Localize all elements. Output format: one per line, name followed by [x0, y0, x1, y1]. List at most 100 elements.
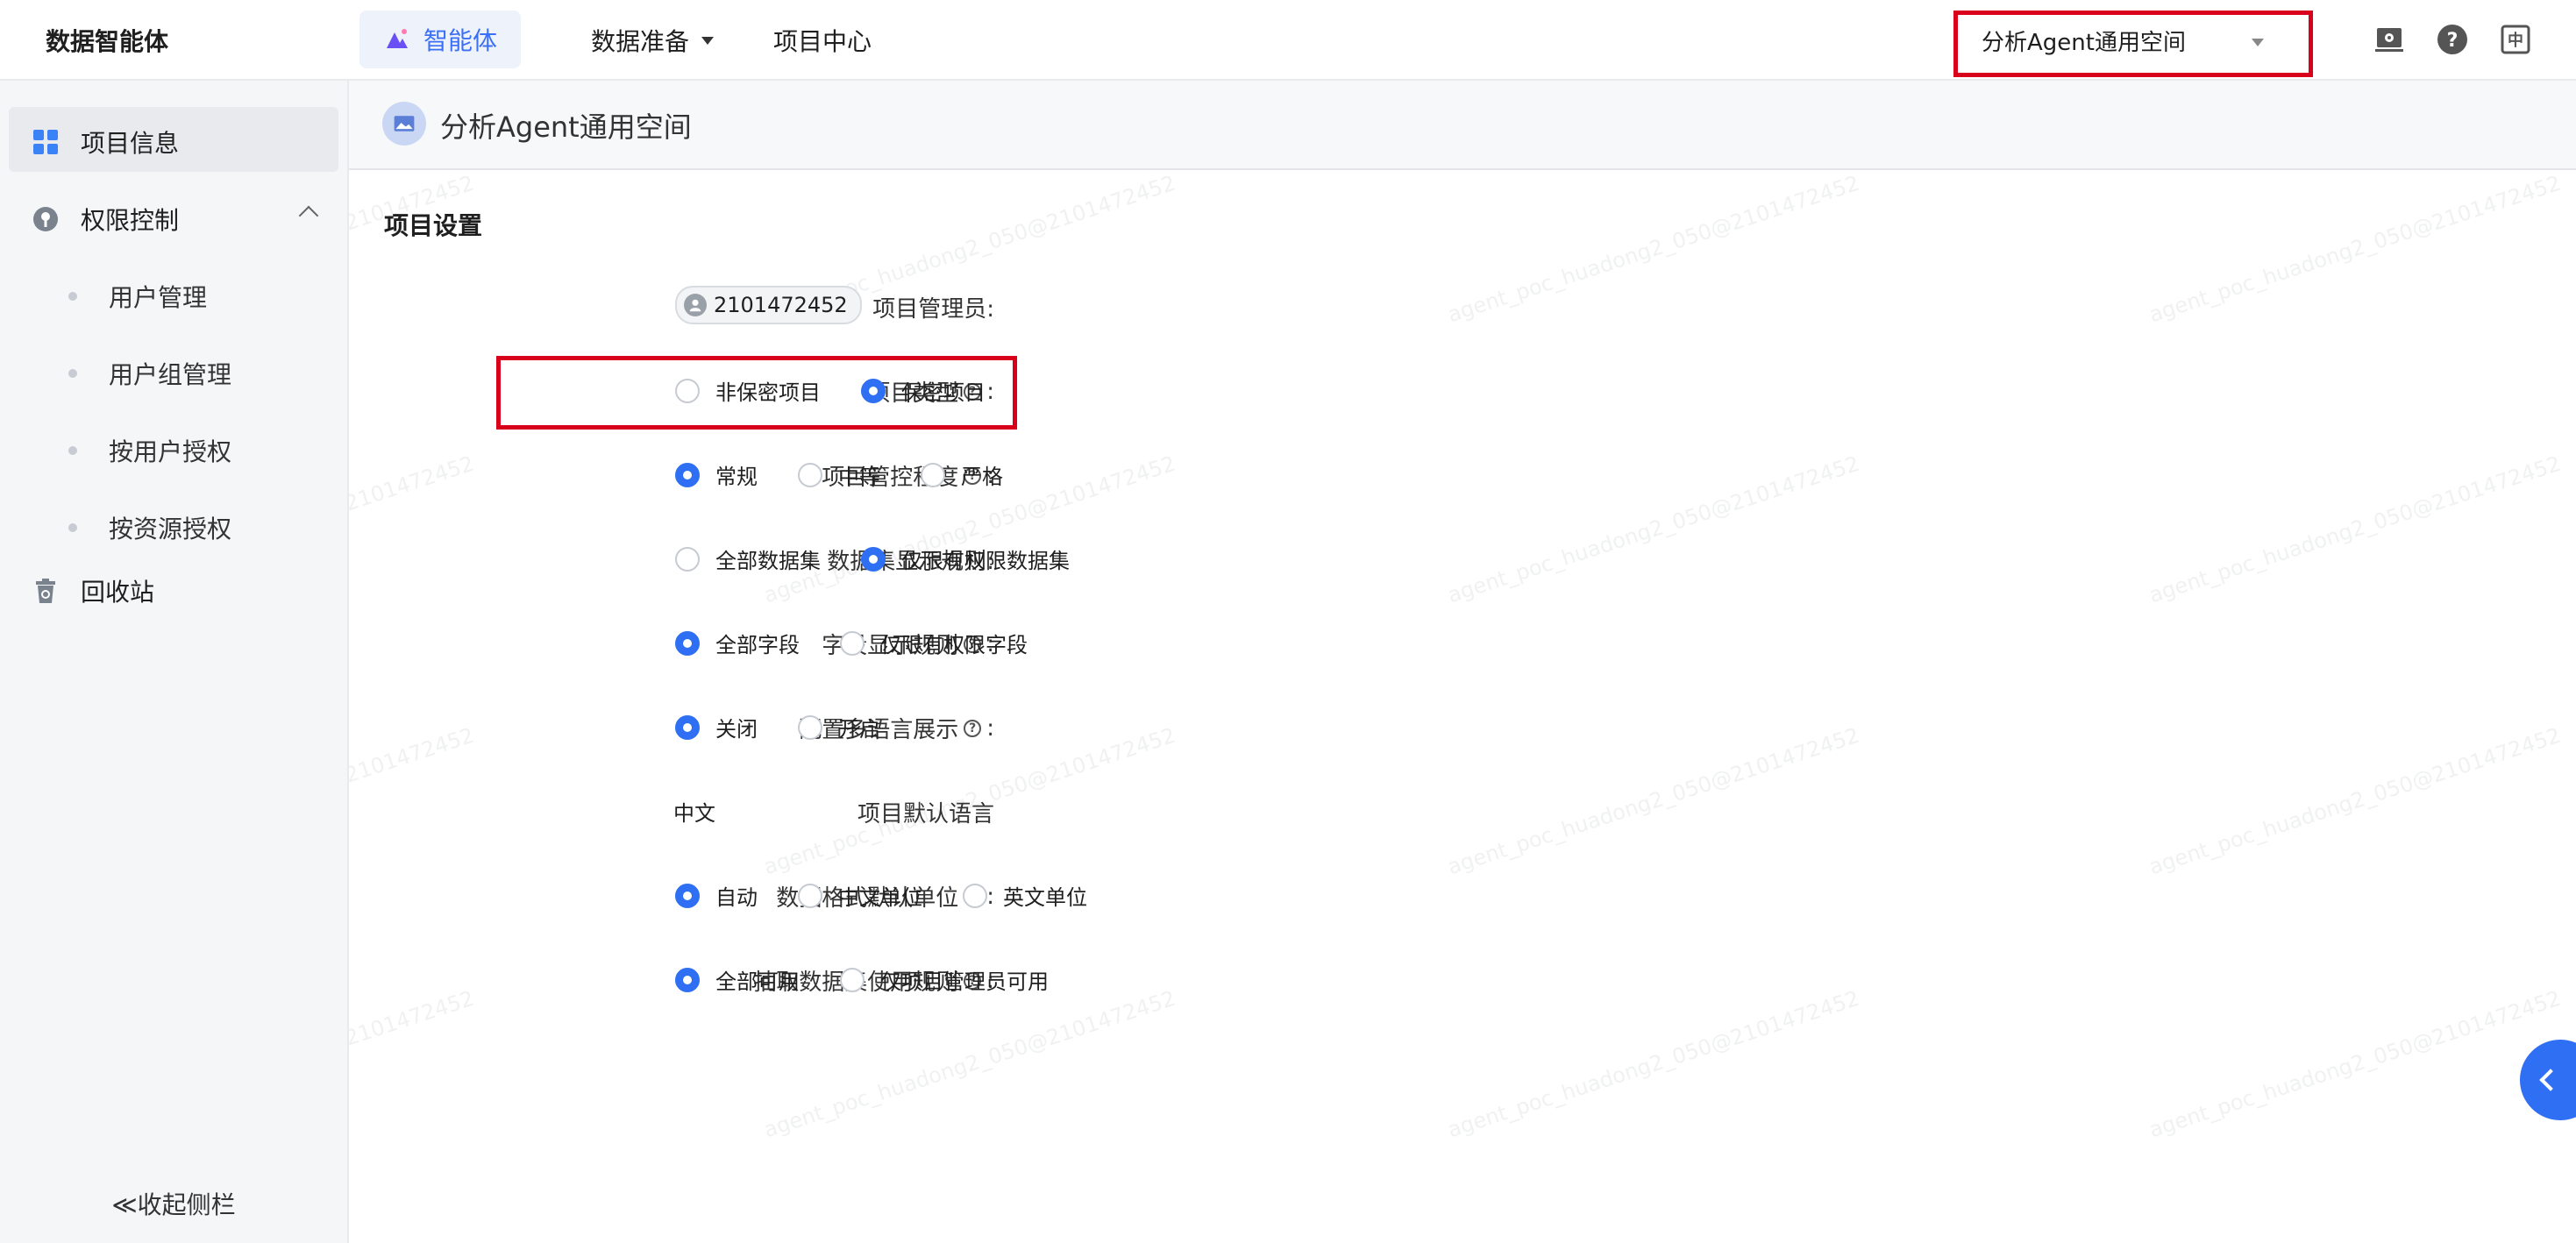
bullet-dot	[68, 523, 77, 532]
radio-option[interactable]: 开启	[798, 712, 880, 742]
radio-label: 英文单位	[1003, 885, 1087, 910]
form-label-colon: :	[986, 714, 994, 742]
radio-option[interactable]: 仅项目管理员可用	[840, 964, 1049, 995]
nav-data-prep-label: 数据准备	[591, 27, 690, 56]
sidebar-subitem-auth-by-resource[interactable]: 按资源授权	[68, 510, 231, 545]
language-icon[interactable]: 中	[2499, 23, 2532, 56]
radio-option[interactable]: 中文单位	[798, 880, 922, 911]
form-row-field-rule: 字段显示规则 ? : 全部字段 仅限有权限字段	[349, 617, 1576, 670]
radio-option[interactable]: 全部数据集	[675, 543, 821, 574]
chevron-left-icon	[2539, 1069, 2562, 1091]
radio-button[interactable]	[675, 883, 700, 908]
form-row-extract-rule: 抽取数据集使用规则 ? : 全部可用 仅项目管理员可用	[349, 954, 1576, 1006]
radio-option[interactable]: 自动	[675, 880, 758, 911]
chevron-down-icon	[701, 36, 715, 45]
sidebar-subitem-label: 用户管理	[109, 283, 208, 312]
watermark: agent_poc_huadong2_050@2101472452	[1444, 985, 1863, 1143]
radio-button[interactable]	[798, 714, 822, 740]
radio-button[interactable]	[921, 462, 945, 487]
image-icon	[394, 116, 415, 131]
bullet-dot	[68, 369, 77, 378]
radio-button[interactable]	[675, 546, 700, 572]
radio-button[interactable]	[963, 883, 987, 908]
radio-option[interactable]: 全部字段	[675, 628, 800, 658]
radio-option[interactable]: 英文单位	[963, 880, 1087, 911]
grid-icon	[33, 130, 58, 154]
radio-button[interactable]	[840, 967, 865, 992]
monitor-settings-icon[interactable]	[2373, 23, 2406, 56]
sidebar-item-label: 回收站	[81, 578, 155, 607]
sidebar-subitem-label: 按资源授权	[109, 515, 232, 543]
radio-button[interactable]	[675, 630, 700, 656]
trash-icon	[36, 579, 55, 603]
radio-option[interactable]: 严格	[921, 459, 1003, 490]
radio-group-default-unit: 自动 中文单位 英文单位	[675, 880, 1128, 911]
form-row-dataset-rule: 数据集显示规则: 全部数据集 仅限有权限数据集	[349, 533, 1576, 586]
chevron-up-icon[interactable]	[298, 205, 319, 226]
radio-option[interactable]: 仅限有权限数据集	[861, 543, 1070, 574]
help-icon[interactable]: ?	[2436, 23, 2469, 56]
sidebar-item-label: 权限控制	[81, 206, 180, 235]
radio-option[interactable]: 中等	[798, 459, 880, 490]
radio-option[interactable]: 关闭	[675, 712, 758, 742]
question-icon[interactable]: ?	[964, 719, 982, 737]
radio-button[interactable]	[861, 546, 886, 572]
section-title: 项目设置	[384, 211, 483, 240]
sidebar-subitem-label: 用户组管理	[109, 360, 232, 389]
expand-panel-button[interactable]	[2520, 1040, 2576, 1120]
form-row-default-language: 项目默认语言 中文	[349, 785, 1576, 838]
sidebar-item-permission[interactable]: 权限控制	[32, 202, 179, 237]
radio-option[interactable]: 仅限有权限字段	[840, 628, 1028, 658]
radio-button[interactable]	[798, 462, 822, 487]
default-language-value: 中文	[673, 801, 715, 826]
admin-user-chip[interactable]: 2101472452	[675, 286, 862, 324]
nav-data-prep[interactable]: 数据准备	[591, 23, 715, 58]
radio-button[interactable]	[675, 462, 700, 487]
radio-option[interactable]: 全部可用	[675, 964, 800, 995]
watermark: agent_poc_huadong2_050@2101472452	[2145, 985, 2565, 1143]
highlight-box-project-type	[496, 356, 1017, 430]
sidebar-subitem-user-management[interactable]: 用户管理	[68, 279, 207, 314]
form-label-text: 项目管理员:	[872, 296, 994, 323]
nav-agent-tab[interactable]: 智能体	[359, 11, 521, 68]
radio-label: 自动	[715, 885, 758, 910]
radio-label: 全部数据集	[715, 549, 821, 573]
highlight-box-workspace	[1953, 11, 2313, 77]
radio-group-multilang: 关闭 开启	[675, 712, 921, 742]
form-row-multilang: 配置多语言展示 ? : 关闭 开启	[349, 701, 1576, 754]
sidebar-item-recycle[interactable]: 回收站	[32, 573, 154, 608]
user-avatar-icon	[684, 294, 707, 316]
watermark: agent_poc_huadong2_050@2101472452	[760, 985, 1179, 1143]
admin-user-id: 2101472452	[714, 293, 848, 317]
agent-icon	[386, 29, 408, 48]
sidebar-item-project-info[interactable]: 项目信息	[32, 124, 179, 160]
sidebar-subitem-group-management[interactable]: 用户组管理	[68, 356, 231, 391]
radio-label: 全部可用	[715, 970, 800, 994]
nav-project-center[interactable]: 项目中心	[773, 23, 872, 58]
sidebar: 项目信息 权限控制 用户管理 用户组管理 按用户授权 按资源授权 回收站 ≪收起…	[0, 81, 349, 1243]
radio-label: 严格	[961, 465, 1003, 489]
radio-button[interactable]	[840, 630, 865, 656]
radio-button[interactable]	[798, 883, 822, 908]
radio-label: 全部字段	[715, 633, 800, 657]
svg-text:?: ?	[2447, 30, 2459, 52]
radio-group-control-level: 常规 中等 严格	[675, 459, 1043, 490]
sidebar-item-label: 项目信息	[81, 129, 180, 158]
form-label: 项目管理员:	[872, 291, 994, 323]
radio-label: 中文单位	[838, 885, 922, 910]
radio-group-field-rule: 全部字段 仅限有权限字段	[675, 628, 1068, 658]
collapse-sidebar-button[interactable]: ≪收起侧栏	[0, 1164, 347, 1243]
sidebar-subitem-auth-by-user[interactable]: 按用户授权	[68, 433, 231, 468]
radio-option[interactable]: 常规	[675, 459, 758, 490]
watermark: agent_poc_huadong2_050@2101472452	[2145, 722, 2565, 880]
top-navbar: 数据智能体 智能体 数据准备 项目中心 分析Agent通用空间 ? 中	[0, 0, 2576, 81]
form-label-text: 项目默认语言	[857, 801, 994, 827]
nav-agent-label: 智能体	[423, 26, 497, 55]
radio-label: 仅限有权限字段	[880, 633, 1028, 657]
form-row-default-unit: 数据格式默认单位 ? : 自动 中文单位 英文单位	[349, 870, 1576, 922]
radio-label: 常规	[715, 465, 758, 489]
radio-button[interactable]	[675, 714, 700, 740]
radio-label: 开启	[838, 717, 880, 742]
watermark: agent_poc_huadong2_050@2101472452	[2145, 170, 2565, 328]
radio-button[interactable]	[675, 967, 700, 992]
